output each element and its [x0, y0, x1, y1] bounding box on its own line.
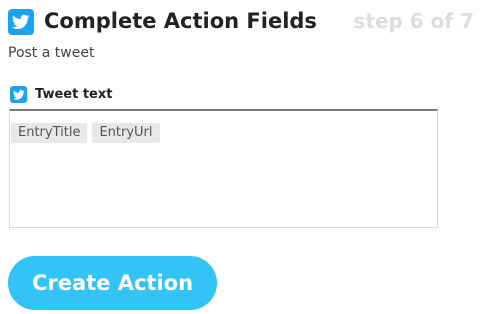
ingredient-token-entry-url[interactable]: EntryUrl — [92, 123, 160, 143]
tweet-text-input[interactable]: EntryTitle EntryUrl — [9, 109, 438, 228]
page-title: Complete Action Fields — [44, 9, 317, 33]
action-subtitle: Post a tweet — [8, 45, 95, 61]
twitter-icon — [8, 9, 34, 35]
field-label-text: Tweet text — [35, 87, 113, 102]
twitter-icon — [10, 86, 27, 103]
step-indicator: step 6 of 7 — [353, 9, 474, 33]
ingredient-tokens: EntryTitle EntryUrl — [11, 123, 160, 143]
create-action-button[interactable]: Create Action — [8, 256, 217, 310]
ingredient-token-entry-title[interactable]: EntryTitle — [11, 123, 88, 143]
tweet-text-label: Tweet text — [10, 84, 310, 104]
page-header: Complete Action Fields step 6 of 7 — [8, 6, 480, 38]
